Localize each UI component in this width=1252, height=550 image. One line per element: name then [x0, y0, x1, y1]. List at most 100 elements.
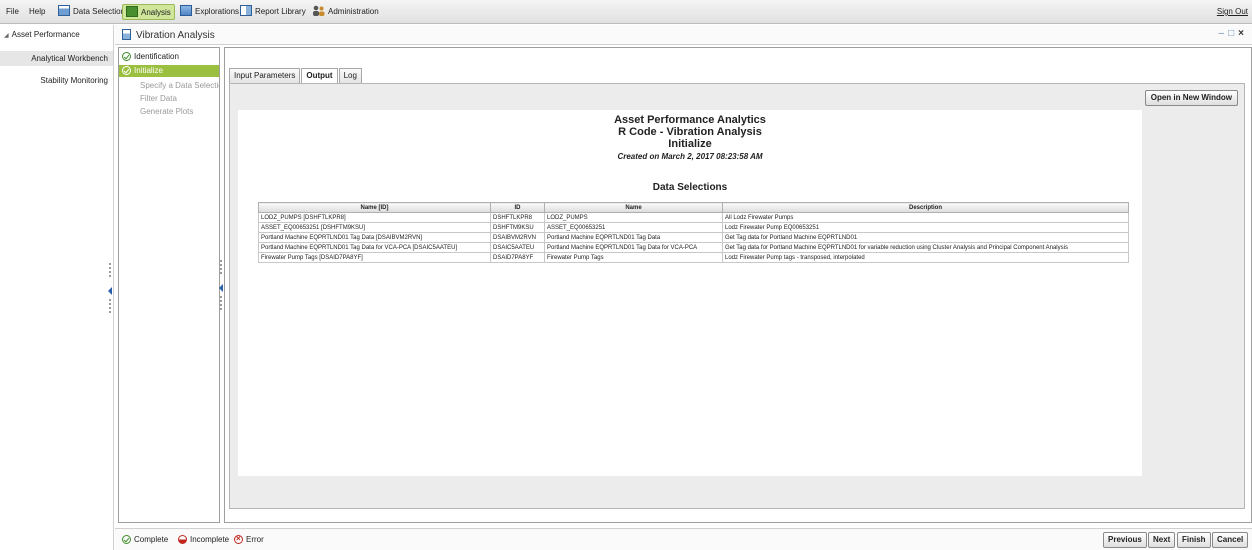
legend-error: Error: [234, 534, 264, 544]
menu-administration-label: Administration: [328, 7, 379, 16]
error-icon: [234, 534, 243, 544]
cell-description: Get Tag data for Portland Machine EQPRTL…: [722, 242, 1129, 253]
legend-error-label: Error: [246, 535, 264, 544]
menu-explorations-label: Explorations: [195, 7, 240, 16]
left-navigation: ◢ Asset Performance Analytical Workbench …: [0, 25, 114, 550]
tab-output[interactable]: Output: [301, 68, 338, 84]
menu-administration[interactable]: Administration: [312, 4, 379, 20]
table-header-row: Name [ID] ID Name Description: [258, 202, 1129, 213]
restore-button[interactable]: □: [1228, 28, 1236, 39]
collapse-arrow-icon: [219, 284, 223, 292]
collapse-triangle-icon: ◢: [4, 33, 9, 39]
table-row: LODZ_PUMPS [DSHFTLKPR8] DSHFTLKPR8 LODZ_…: [258, 212, 1129, 223]
cell-name-id: Portland Machine EQPRTLND01 Tag Data [DS…: [258, 232, 491, 243]
step-initialize[interactable]: Initialize: [119, 65, 219, 77]
cell-name-id: Portland Machine EQPRTLND01 Tag Data for…: [258, 242, 491, 253]
cell-name: Firewater Pump Tags: [544, 252, 723, 263]
cell-id: DSHFTM9KSU: [490, 222, 545, 233]
report-step-title: Initialize: [668, 138, 712, 150]
report-header: Asset Performance Analytics R Code - Vib…: [238, 114, 1142, 162]
menu-analysis[interactable]: Analysis: [122, 4, 175, 20]
cell-description: Lodz Firewater Pump tags - transposed, i…: [722, 252, 1129, 263]
cell-description: All Lodz Firewater Pumps: [722, 212, 1129, 223]
column-header-id: ID: [490, 202, 545, 213]
cell-name: Portland Machine EQPRTLND01 Tag Data for…: [544, 242, 723, 253]
legend-complete: Complete: [122, 535, 168, 544]
cell-name: ASSET_EQ00653251: [544, 222, 723, 233]
complete-check-icon: [122, 52, 131, 61]
cell-description: Get Tag data for Portland Machine EQPRTL…: [722, 232, 1129, 243]
report-frame: Asset Performance Analytics R Code - Vib…: [238, 110, 1142, 476]
step-specify-data-selection[interactable]: Specify a Data Selectio: [119, 80, 219, 92]
analysis-icon: [126, 6, 138, 17]
table-row: Portland Machine EQPRTLND01 Tag Data for…: [258, 242, 1129, 253]
column-header-description: Description: [722, 202, 1129, 213]
complete-check-icon: [122, 535, 131, 544]
steps-panel: Identification Initialize Specify a Data…: [118, 47, 220, 523]
cell-name: LODZ_PUMPS: [544, 212, 723, 223]
menu-report-library-label: Report Library: [255, 7, 306, 16]
step-filter-data[interactable]: Filter Data: [119, 93, 219, 105]
data-selections-table: Name [ID] ID Name Description LODZ_PUMPS…: [258, 202, 1129, 263]
table-row: ASSET_EQ00653251 [DSHFTM9KSU] DSHFTM9KSU…: [258, 222, 1129, 233]
nav-item-analytical-workbench[interactable]: Analytical Workbench: [0, 51, 113, 66]
step-identification[interactable]: Identification: [119, 51, 219, 63]
window-controls: – □ ×: [1217, 28, 1246, 39]
cell-name-id: Firewater Pump Tags [DSAID7PA8YF]: [258, 252, 491, 263]
close-button[interactable]: ×: [1238, 28, 1246, 39]
nav-root-asset-performance[interactable]: ◢ Asset Performance: [4, 30, 80, 39]
legend-complete-label: Complete: [134, 535, 169, 544]
administration-icon: [312, 5, 325, 16]
menu-help[interactable]: Help: [29, 4, 45, 20]
nav-root-label: Asset Performance: [11, 30, 80, 39]
top-menu-bar: File Help Data Selection Analysis Explor…: [0, 0, 1252, 24]
next-button[interactable]: Next: [1148, 532, 1176, 548]
menu-explorations[interactable]: Explorations: [180, 4, 239, 20]
menu-report-library[interactable]: Report Library: [240, 4, 306, 20]
report-library-icon: [240, 5, 252, 16]
report-title: Asset Performance Analytics: [614, 114, 766, 126]
legend-incomplete: Incomplete: [178, 535, 229, 544]
incomplete-icon: [178, 535, 187, 544]
cell-id: DSAIC5AATEU: [490, 242, 545, 253]
step-label: Identification: [134, 52, 179, 61]
document-icon: [122, 29, 131, 40]
collapse-arrow-icon: [108, 287, 112, 295]
table-row: Portland Machine EQPRTLND01 Tag Data [DS…: [258, 232, 1129, 243]
main-content: Input Parameters Output Log Open in New …: [224, 47, 1252, 523]
report-subtitle: R Code - Vibration Analysis: [618, 126, 762, 138]
open-in-new-window-button[interactable]: Open in New Window: [1144, 90, 1238, 106]
cell-id: DSAIBVM2RVN: [490, 232, 545, 243]
cell-name: Portland Machine EQPRTLND01 Tag Data: [544, 232, 723, 243]
output-tab-content: Open in New Window Asset Performance Ana…: [229, 83, 1245, 509]
minimize-button[interactable]: –: [1219, 28, 1227, 39]
left-nav-collapse-handle[interactable]: [108, 263, 114, 323]
explorations-icon: [180, 5, 192, 16]
menu-analysis-label: Analysis: [141, 8, 171, 17]
column-header-name: Name: [544, 202, 723, 213]
menu-data-selection[interactable]: Data Selection: [58, 4, 125, 20]
menu-data-selection-label: Data Selection: [73, 7, 126, 16]
report-created-date: Created on March 2, 2017 08:23:58 AM: [617, 152, 763, 161]
legend-incomplete-label: Incomplete: [190, 535, 230, 544]
sign-out-link[interactable]: Sign Out: [1217, 4, 1248, 20]
cell-name-id: ASSET_EQ00653251 [DSHFTM9KSU]: [258, 222, 491, 233]
window-title-text: Vibration Analysis: [136, 30, 215, 41]
tab-input-parameters[interactable]: Input Parameters: [229, 68, 301, 83]
column-header-name-id: Name [ID]: [258, 202, 491, 213]
tab-log[interactable]: Log: [338, 68, 362, 83]
previous-button[interactable]: Previous: [1103, 532, 1147, 548]
table-row: Firewater Pump Tags [DSAID7PA8YF] DSAID7…: [258, 252, 1129, 263]
cancel-button[interactable]: Cancel: [1212, 532, 1249, 548]
menu-file[interactable]: File: [6, 4, 19, 20]
cell-name-id: LODZ_PUMPS [DSHFTLKPR8]: [258, 212, 491, 223]
step-label: Initialize: [134, 66, 163, 75]
step-generate-plots[interactable]: Generate Plots: [119, 106, 219, 118]
cell-id: DSAID7PA8YF: [490, 252, 545, 263]
section-heading-data-selections: Data Selections: [652, 182, 728, 193]
nav-item-stability-monitoring[interactable]: Stability Monitoring: [0, 73, 113, 88]
database-icon: [58, 5, 70, 16]
window-title-bar: Vibration Analysis – □ ×: [115, 25, 1252, 45]
status-bar: Complete Incomplete Error Previous Next …: [115, 528, 1252, 550]
finish-button[interactable]: Finish: [1177, 532, 1211, 548]
